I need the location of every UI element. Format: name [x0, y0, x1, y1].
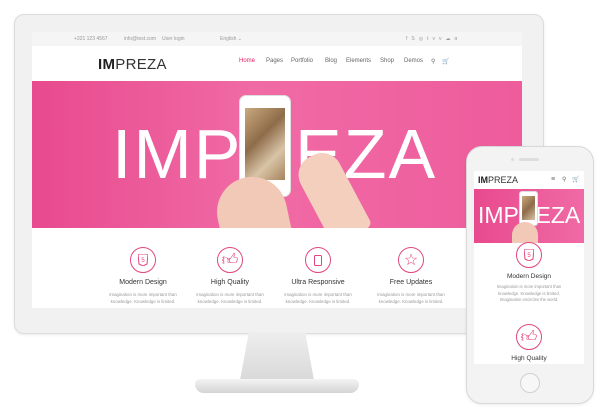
mobile-feature-high-quality: 👍︎ High Quality [474, 324, 584, 362]
feature-title: High Quality [511, 355, 547, 362]
logo-rest: PREZA [488, 175, 519, 185]
html5-icon: 5 [130, 247, 156, 273]
search-icon[interactable]: ⚲ [562, 176, 566, 183]
feature-desc-1: Imagination is more important than [377, 292, 445, 297]
feature-title: Free Updates [389, 279, 433, 286]
svg-text:5: 5 [141, 258, 145, 264]
soundcloud-icon[interactable]: ☁ [446, 36, 455, 42]
logo-bold: IM [478, 175, 488, 185]
thumbs-up-icon: 👍︎ [217, 247, 243, 273]
language-selector[interactable]: English ⌄ [220, 36, 242, 42]
logo-rest: PREZA [115, 56, 167, 73]
cart-icon[interactable]: 🛒 [442, 58, 449, 65]
search-icon[interactable]: ⚲ [431, 58, 435, 65]
desktop-screen: +321 123 4567 info@test.com User login E… [32, 32, 522, 308]
phone-text: +321 123 4567 [74, 36, 108, 42]
tablet-icon [305, 247, 331, 273]
phone-home-button [520, 373, 540, 393]
nav-shop[interactable]: Shop [380, 58, 394, 64]
skype-icon[interactable]: S [411, 36, 418, 42]
chevron-down-icon: ⌄ [237, 36, 242, 42]
thumbs-up-icon: 👍︎ [516, 324, 542, 350]
phone-speaker [519, 158, 539, 161]
nav-elements[interactable]: Elements [346, 58, 371, 64]
hero-banner: IMPREZA [32, 81, 522, 228]
feature-desc-2: knowledge. Knowledge is limited. [378, 299, 444, 304]
site-header: IMPREZA Home Pages Portfolio Blog Elemen… [32, 46, 522, 82]
nav-portfolio[interactable]: Portfolio [291, 58, 313, 64]
mobile-logo[interactable]: IMPREZA [478, 175, 518, 185]
logo-bold: IM [98, 56, 116, 73]
top-bar: +321 123 4567 info@test.com User login E… [32, 32, 522, 47]
svg-text:5: 5 [527, 253, 531, 259]
monitor-stand-neck [240, 332, 314, 380]
feature-title: Modern Design [506, 273, 552, 280]
feature-desc-3: Imagination encircles the world. [499, 297, 559, 302]
mobile-hero: IMPREZA [474, 189, 584, 243]
nav-blog[interactable]: Blog [325, 58, 337, 64]
menu-icon[interactable]: ≡ [551, 176, 555, 183]
instagram-icon[interactable]: ◎ [419, 36, 427, 42]
email-link[interactable]: info@test.com [124, 36, 156, 42]
nav-demos[interactable]: Demos [404, 58, 423, 64]
mobile-hero-phone-image [519, 191, 538, 226]
user-login-link[interactable]: User login [162, 36, 185, 42]
feature-free-updates: ☆ Free Updates Imagination is more impor… [356, 247, 466, 305]
html5-icon: 5 [516, 242, 542, 268]
mobile-hero-phone-screen [522, 196, 535, 220]
phone-camera [511, 158, 514, 161]
mobile-feature-modern-design: 5 Modern Design Imagination is more impo… [474, 242, 584, 304]
star-icon: ☆ [398, 247, 424, 273]
nav-pages[interactable]: Pages [266, 58, 283, 64]
nav-home[interactable]: Home [239, 58, 255, 64]
mobile-header: IMPREZA ≡ ⚲ 🛒 [474, 171, 584, 190]
language-label: English [220, 36, 237, 42]
cart-icon[interactable]: 🛒 [572, 176, 579, 183]
tripadvisor-icon[interactable]: ɑ [455, 36, 462, 42]
site-logo[interactable]: IMPREZA [98, 56, 167, 73]
hero-phone-screen [245, 108, 285, 180]
monitor-stand-base [195, 379, 359, 393]
mobile-hand-image [512, 222, 538, 243]
social-icons: fS◎tvv☁ɑ [406, 36, 461, 42]
mobile-screen: IMPREZA ≡ ⚲ 🛒 IMPREZA 5 Modern Design Im… [474, 171, 584, 364]
